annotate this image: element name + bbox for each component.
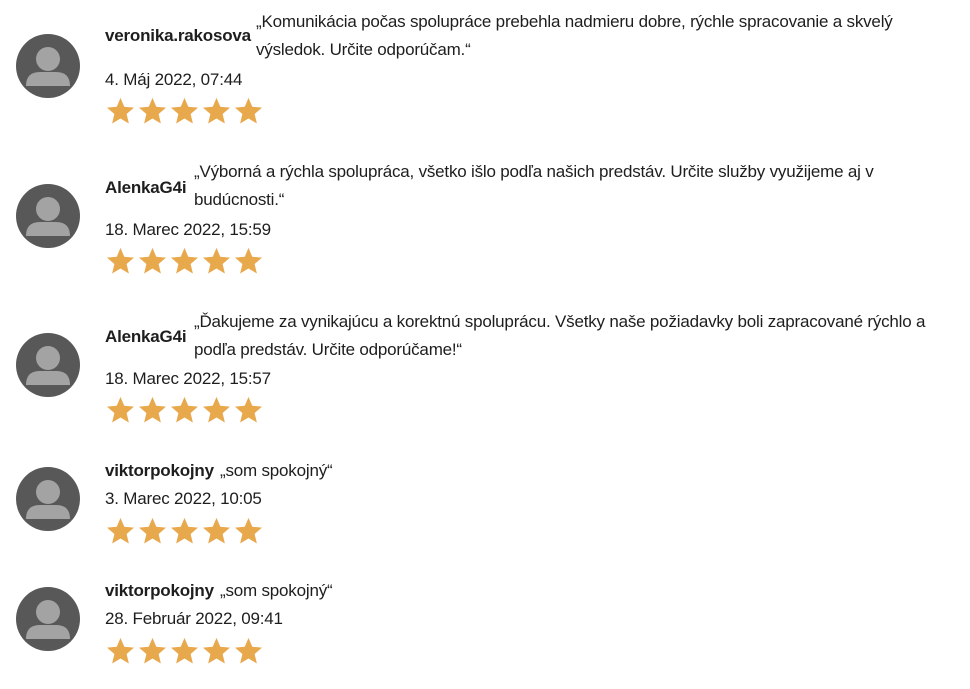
star-icon <box>235 247 262 274</box>
star-icon <box>139 396 166 423</box>
review-comment: „Ďakujeme za vynikajúcu a korektnú spolu… <box>194 312 926 359</box>
review-comment: „som spokojný“ <box>220 581 333 600</box>
star-icon <box>139 247 166 274</box>
star-icon <box>107 396 134 423</box>
review-comment: „Komunikácia počas spolupráce prebehla n… <box>256 12 893 59</box>
user-avatar-icon <box>16 467 80 531</box>
review-username[interactable]: viktorpokojny <box>105 457 214 485</box>
star-icon <box>107 247 134 274</box>
user-avatar-icon <box>16 184 80 248</box>
star-icon <box>171 97 198 124</box>
user-avatar-icon <box>16 34 80 98</box>
star-icon <box>171 517 198 544</box>
star-icon <box>235 97 262 124</box>
review-comment: „Výborná a rýchla spolupráca, všetko išl… <box>194 162 874 209</box>
review-username[interactable]: viktorpokojny <box>105 577 214 605</box>
star-icon <box>235 396 262 423</box>
star-rating <box>105 96 264 126</box>
star-rating <box>105 395 264 425</box>
star-rating <box>105 636 264 666</box>
user-avatar-icon <box>16 333 80 397</box>
review-date: 28. Február 2022, 09:41 <box>105 609 283 628</box>
star-icon <box>139 637 166 664</box>
star-icon <box>171 637 198 664</box>
review-username[interactable]: AlenkaG4i <box>105 174 187 202</box>
review-username[interactable]: AlenkaG4i <box>105 323 187 351</box>
star-rating <box>105 246 264 276</box>
star-icon <box>203 247 230 274</box>
user-avatar-icon <box>16 587 80 651</box>
star-icon <box>107 517 134 544</box>
star-icon <box>235 637 262 664</box>
star-icon <box>139 97 166 124</box>
star-icon <box>107 637 134 664</box>
star-icon <box>171 247 198 274</box>
star-icon <box>203 637 230 664</box>
review-date: 18. Marec 2022, 15:59 <box>105 220 271 239</box>
star-icon <box>235 517 262 544</box>
star-icon <box>203 517 230 544</box>
review-date: 3. Marec 2022, 10:05 <box>105 489 262 508</box>
review-date: 4. Máj 2022, 07:44 <box>105 70 243 89</box>
review-date: 18. Marec 2022, 15:57 <box>105 369 271 388</box>
review-comment: „som spokojný“ <box>220 461 333 480</box>
star-icon <box>171 396 198 423</box>
star-rating <box>105 516 264 546</box>
review-username[interactable]: veronika.rakosova <box>105 22 251 50</box>
star-icon <box>107 97 134 124</box>
star-icon <box>203 396 230 423</box>
star-icon <box>203 97 230 124</box>
star-icon <box>139 517 166 544</box>
